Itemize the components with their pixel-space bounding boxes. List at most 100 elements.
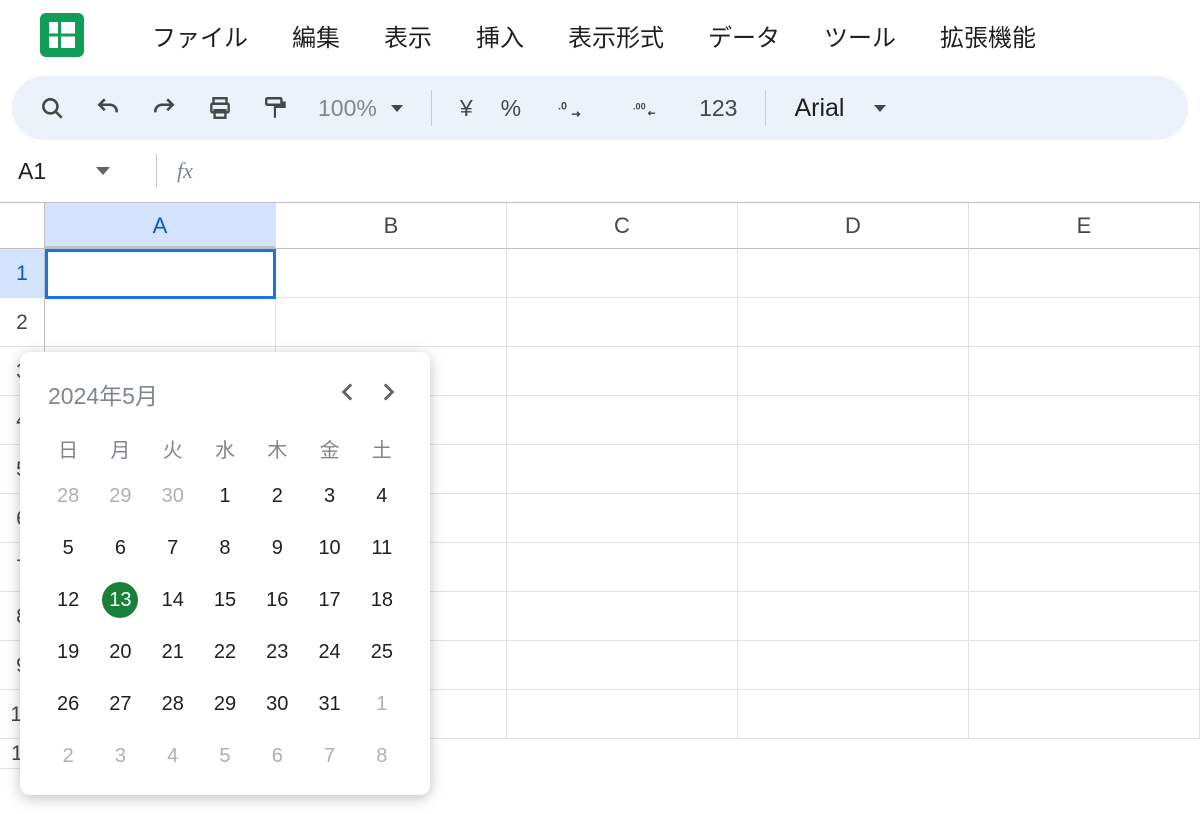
sheets-logo[interactable] — [40, 13, 84, 57]
calendar-day[interactable]: 3 — [303, 477, 355, 515]
select-all-corner[interactable] — [0, 203, 45, 249]
cell[interactable] — [969, 641, 1200, 690]
cell[interactable] — [507, 298, 738, 347]
cell[interactable] — [738, 396, 969, 445]
next-month-button[interactable] — [368, 379, 408, 410]
calendar-day[interactable]: 31 — [303, 685, 355, 723]
menu-extensions[interactable]: 拡張機能 — [918, 18, 1058, 53]
column-header-A[interactable]: A — [45, 203, 276, 249]
calendar-day[interactable]: 4 — [356, 477, 408, 515]
cell[interactable] — [276, 298, 507, 347]
calendar-day[interactable]: 21 — [147, 633, 199, 671]
cell[interactable] — [507, 494, 738, 543]
calendar-day[interactable]: 3 — [94, 737, 146, 775]
menu-tools[interactable]: ツール — [802, 18, 918, 53]
format-123-button[interactable]: 123 — [699, 95, 737, 122]
cell[interactable] — [738, 543, 969, 592]
currency-button[interactable]: ¥ — [460, 95, 473, 122]
font-dropdown[interactable]: Arial — [794, 94, 886, 123]
search-icon[interactable] — [38, 94, 66, 122]
calendar-day[interactable]: 18 — [356, 581, 408, 619]
calendar-day[interactable]: 5 — [199, 737, 251, 775]
cell[interactable] — [507, 396, 738, 445]
cell[interactable] — [738, 298, 969, 347]
calendar-day[interactable]: 26 — [42, 685, 94, 723]
calendar-day[interactable]: 23 — [251, 633, 303, 671]
calendar-day[interactable]: 16 — [251, 581, 303, 619]
cell[interactable] — [738, 347, 969, 396]
calendar-day[interactable]: 2 — [251, 477, 303, 515]
cell[interactable] — [969, 298, 1200, 347]
cell[interactable] — [45, 298, 276, 347]
cell[interactable] — [969, 494, 1200, 543]
calendar-day[interactable]: 29 — [94, 477, 146, 515]
percent-button[interactable]: % — [501, 95, 521, 122]
cell[interactable] — [738, 690, 969, 739]
calendar-day[interactable]: 2 — [42, 737, 94, 775]
menu-insert[interactable]: 挿入 — [454, 18, 546, 53]
calendar-day[interactable]: 11 — [356, 529, 408, 567]
menu-format[interactable]: 表示形式 — [546, 18, 686, 53]
cell[interactable] — [507, 690, 738, 739]
calendar-day[interactable]: 24 — [303, 633, 355, 671]
menu-view[interactable]: 表示 — [362, 18, 454, 53]
undo-icon[interactable] — [94, 94, 122, 122]
cell[interactable] — [969, 445, 1200, 494]
calendar-day[interactable]: 6 — [251, 737, 303, 775]
calendar-day[interactable]: 20 — [94, 633, 146, 671]
name-box[interactable]: A1 — [18, 158, 136, 185]
calendar-day[interactable]: 30 — [147, 477, 199, 515]
cell[interactable] — [969, 543, 1200, 592]
cell[interactable] — [969, 396, 1200, 445]
cell[interactable] — [738, 249, 969, 298]
calendar-day[interactable]: 17 — [303, 581, 355, 619]
decrease-decimal-icon[interactable]: .0 — [549, 94, 593, 122]
cell[interactable] — [507, 543, 738, 592]
row-header-2[interactable]: 2 — [0, 298, 45, 347]
cell[interactable] — [738, 445, 969, 494]
calendar-day[interactable]: 22 — [199, 633, 251, 671]
column-header-E[interactable]: E — [969, 203, 1200, 249]
calendar-day-today[interactable]: 13 — [94, 581, 146, 619]
active-cell-A1[interactable] — [45, 249, 276, 299]
column-header-C[interactable]: C — [507, 203, 738, 249]
cell[interactable] — [507, 249, 738, 298]
menu-data[interactable]: データ — [686, 18, 802, 53]
redo-icon[interactable] — [150, 94, 178, 122]
calendar-day[interactable]: 25 — [356, 633, 408, 671]
print-icon[interactable] — [206, 94, 234, 122]
cell[interactable] — [738, 592, 969, 641]
column-header-D[interactable]: D — [738, 203, 969, 249]
calendar-day[interactable]: 28 — [147, 685, 199, 723]
prev-month-button[interactable] — [328, 379, 368, 410]
calendar-day[interactable]: 5 — [42, 529, 94, 567]
cell[interactable] — [738, 494, 969, 543]
menu-file[interactable]: ファイル — [130, 18, 270, 53]
calendar-day[interactable]: 8 — [356, 737, 408, 775]
calendar-day[interactable]: 7 — [147, 529, 199, 567]
calendar-day[interactable]: 29 — [199, 685, 251, 723]
cell[interactable] — [969, 347, 1200, 396]
cell[interactable] — [969, 249, 1200, 298]
calendar-day[interactable]: 4 — [147, 737, 199, 775]
calendar-day[interactable]: 6 — [94, 529, 146, 567]
calendar-day[interactable]: 8 — [199, 529, 251, 567]
cell[interactable] — [507, 641, 738, 690]
calendar-day[interactable]: 27 — [94, 685, 146, 723]
cell[interactable] — [738, 641, 969, 690]
calendar-day[interactable]: 7 — [303, 737, 355, 775]
column-header-B[interactable]: B — [276, 203, 507, 249]
cell[interactable] — [969, 690, 1200, 739]
calendar-day[interactable]: 14 — [147, 581, 199, 619]
zoom-dropdown[interactable]: 100% — [318, 95, 403, 122]
cell[interactable] — [507, 592, 738, 641]
calendar-day[interactable]: 19 — [42, 633, 94, 671]
calendar-day[interactable]: 15 — [199, 581, 251, 619]
paint-format-icon[interactable] — [262, 94, 290, 122]
calendar-day[interactable]: 12 — [42, 581, 94, 619]
calendar-day[interactable]: 1 — [356, 685, 408, 723]
cell[interactable] — [969, 592, 1200, 641]
menu-edit[interactable]: 編集 — [270, 18, 362, 53]
cell[interactable] — [507, 347, 738, 396]
cell[interactable] — [276, 249, 507, 298]
